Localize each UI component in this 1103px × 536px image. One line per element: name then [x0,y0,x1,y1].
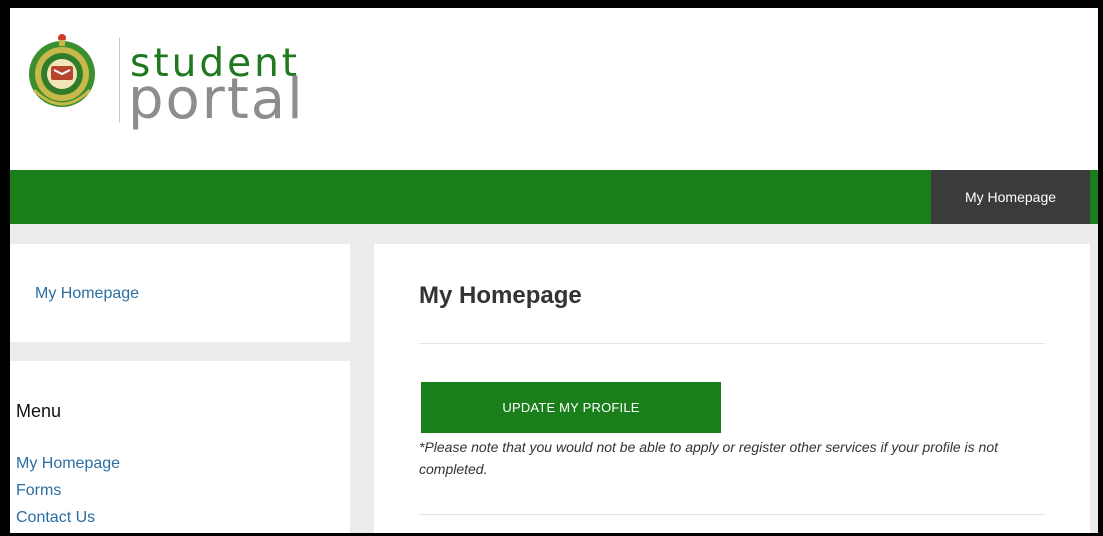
sidebar-quicklink-card: My Homepage [10,244,350,342]
profile-notice: *Please note that you would not be able … [419,439,998,477]
content-divider [419,514,1045,515]
menu-link-my-homepage[interactable]: My Homepage [16,455,120,472]
menu-item: Forms [16,480,120,507]
menu-list: My Homepage Forms Contact Us [16,453,120,533]
sidebar-link-my-homepage[interactable]: My Homepage [35,285,139,303]
main-content-card: My Homepage UPDATE MY PROFILE *Please no… [374,244,1090,533]
menu-heading: Menu [16,401,62,421]
main-navbar: My Homepage [10,170,1098,224]
browser-viewport: student portal My Homepage My Homepage M… [10,8,1098,533]
university-emblem-icon [29,34,95,107]
menu-link-contact-us[interactable]: Contact Us [16,509,95,526]
sidebar-menu-card: Menu My Homepage Forms Contact Us [10,361,350,533]
title-divider [419,343,1045,344]
update-profile-button[interactable]: UPDATE MY PROFILE [421,382,721,433]
logo-text-portal: portal [128,67,305,132]
menu-item: Contact Us [16,507,120,533]
logo-divider [119,38,120,123]
menu-link-forms[interactable]: Forms [16,482,61,499]
menu-item: My Homepage [16,453,120,480]
page-title: My Homepage [419,282,582,309]
site-header: student portal [10,8,1098,170]
nav-item-my-homepage[interactable]: My Homepage [931,170,1090,224]
